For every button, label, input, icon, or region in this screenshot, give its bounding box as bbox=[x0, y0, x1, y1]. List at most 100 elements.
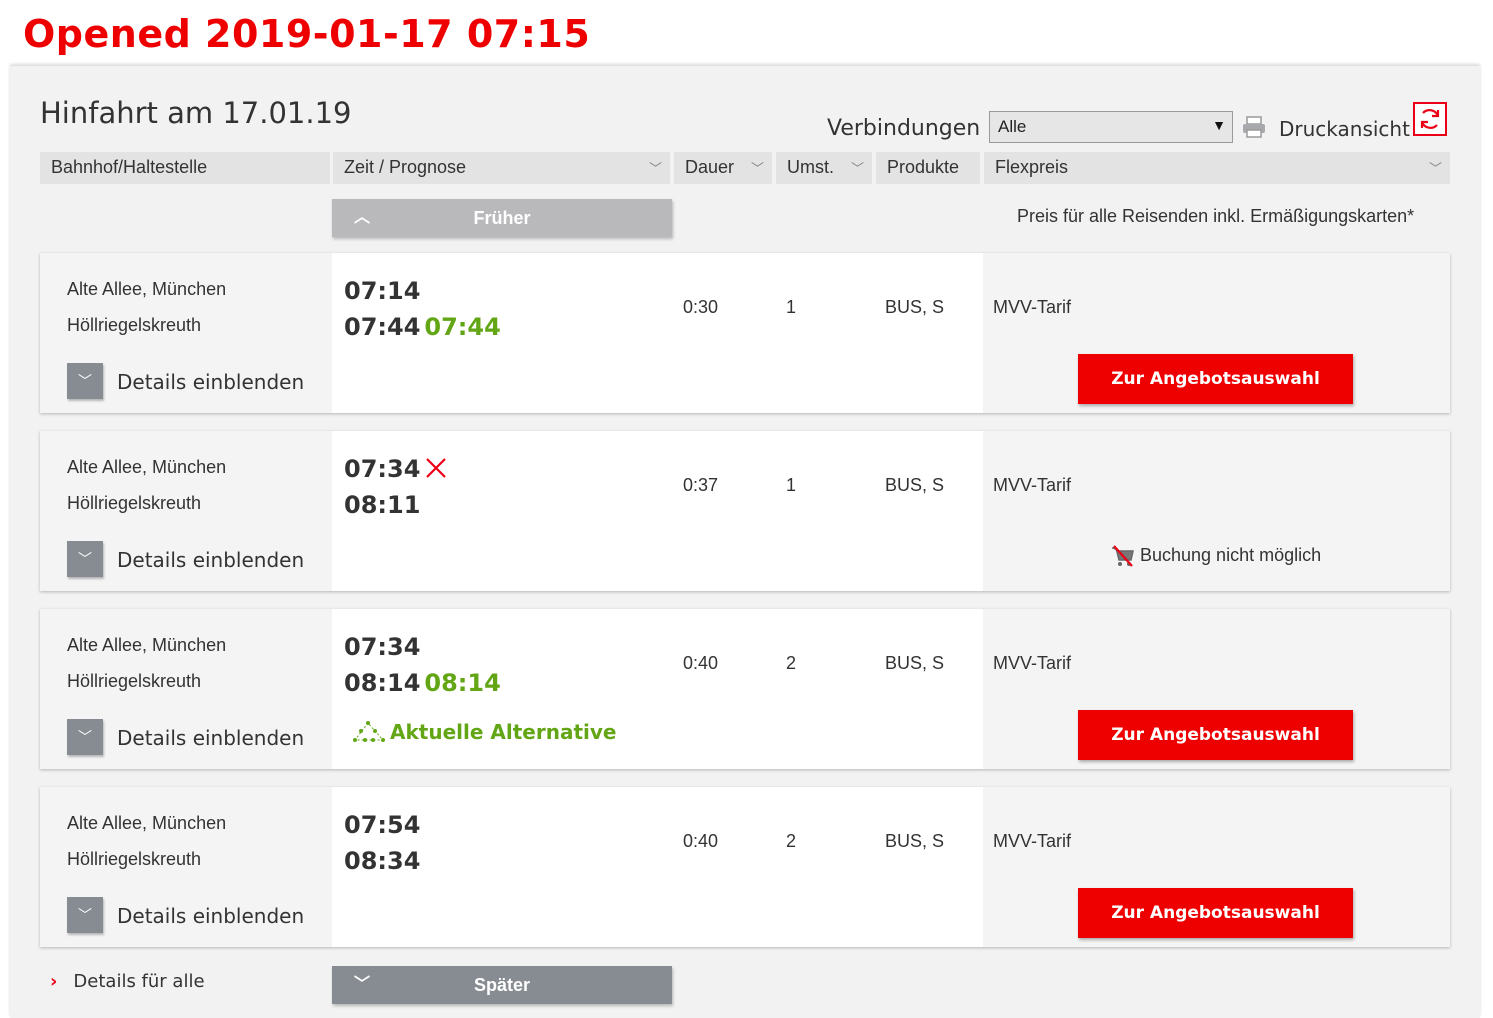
select-offer-button[interactable]: Zur Angebotsauswahl bbox=[1078, 354, 1353, 404]
column-header-price[interactable]: Flexpreis ﹀ bbox=[984, 152, 1450, 184]
chevron-down-icon: ﹀ bbox=[1428, 161, 1442, 176]
info-cell: 0:30 1 BUS, S bbox=[673, 253, 983, 413]
departure-time: 07:54 bbox=[344, 811, 421, 839]
time-cell: 07:54 08:34 bbox=[332, 787, 673, 947]
column-header-duration[interactable]: Dauer ﹀ bbox=[674, 152, 772, 184]
refresh-icon[interactable] bbox=[1413, 102, 1447, 136]
arrival-scheduled: 08:14 bbox=[344, 669, 421, 697]
printer-icon[interactable] bbox=[1241, 115, 1267, 139]
booking-unavailable: Buchung nicht möglich bbox=[1110, 543, 1321, 569]
column-header-label: Zeit / Prognose bbox=[344, 157, 467, 177]
column-header-label: Bahnhof/Haltestelle bbox=[51, 157, 208, 177]
later-button[interactable]: ﹀ Später bbox=[332, 966, 672, 1004]
origin-station: Alte Allee, München bbox=[67, 457, 227, 477]
select-offer-button[interactable]: Zur Angebotsauswahl bbox=[1078, 710, 1353, 760]
booking-status-text: Buchung nicht möglich bbox=[1140, 545, 1322, 565]
expand-details-button[interactable]: ﹀ bbox=[67, 541, 103, 577]
changes-value: 1 bbox=[786, 475, 797, 495]
route-network-icon bbox=[353, 721, 385, 742]
connections-filter-label: Verbindungen bbox=[827, 116, 981, 141]
chevron-down-icon: ﹀ bbox=[78, 373, 92, 389]
details-link[interactable]: Details einblenden bbox=[117, 726, 304, 750]
print-view-link[interactable]: Druckansicht bbox=[1279, 117, 1410, 141]
earlier-button[interactable]: ︿ Früher bbox=[332, 199, 672, 237]
alternative-label: Aktuelle Alternative bbox=[390, 720, 617, 744]
chevron-down-icon: ﹀ bbox=[354, 976, 371, 993]
connection-row: 07:14 07:44 07:44 0:30 1 BUS, S Alte Alle… bbox=[40, 253, 1450, 413]
earlier-button-label: Früher bbox=[473, 208, 531, 228]
connections-filter-select[interactable]: Alle ▼ bbox=[989, 111, 1233, 143]
chevron-down-icon: ﹀ bbox=[750, 161, 764, 176]
later-button-label: Später bbox=[473, 975, 531, 995]
origin-station: Alte Allee, München bbox=[67, 279, 227, 299]
timestamp-banner: Opened 2019-01-17 07:15 bbox=[10, 0, 1480, 66]
time-cell: 07:14 07:44 07:44 bbox=[332, 253, 673, 413]
duration-value: 0:37 bbox=[683, 475, 719, 495]
connection-row: 07:54 08:34 0:40 2 BUS, S Alte Allee, Mü… bbox=[40, 787, 1450, 947]
select-offer-button[interactable]: Zur Angebotsauswahl bbox=[1078, 888, 1353, 938]
chevron-down-icon: ﹀ bbox=[850, 161, 864, 176]
changes-value: 2 bbox=[786, 831, 797, 851]
time-cell: 07:34 08:14 08:14 Aktuelle Alternative bbox=[332, 609, 673, 769]
column-header-changes[interactable]: Umst. ﹀ bbox=[776, 152, 872, 184]
origin-station: Alte Allee, München bbox=[67, 635, 227, 655]
departure-time: 07:34 bbox=[344, 633, 421, 661]
details-for-all-label: Details für alle bbox=[73, 971, 205, 992]
page-margin-left bbox=[0, 0, 10, 1018]
tariff-value: MVV-Tarif bbox=[993, 653, 1072, 673]
tariff-value: MVV-Tarif bbox=[993, 475, 1072, 495]
departure-time: 07:34 bbox=[344, 455, 421, 483]
chevron-right-icon: › bbox=[50, 971, 58, 992]
departure-time: 07:14 bbox=[344, 277, 421, 305]
destination-station: Höllriegelskreuth bbox=[67, 849, 202, 869]
destination-station: Höllriegelskreuth bbox=[67, 493, 202, 513]
arrival-realtime: 07:44 bbox=[424, 313, 501, 341]
details-link[interactable]: Details einblenden bbox=[117, 904, 304, 928]
changes-value: 2 bbox=[786, 653, 797, 673]
page-title: Hinfahrt am 17.01.19 bbox=[40, 96, 352, 130]
info-cell: 0:40 2 BUS, S bbox=[673, 609, 983, 769]
chevron-down-icon: ﹀ bbox=[648, 161, 662, 176]
column-header-products: Produkte bbox=[876, 152, 980, 184]
arrival-scheduled: 07:44 bbox=[344, 313, 421, 341]
destination-station: Höllriegelskreuth bbox=[67, 315, 202, 335]
products-value: BUS, S bbox=[885, 475, 945, 495]
column-header-label: Umst. bbox=[787, 157, 834, 177]
cancel-x-icon bbox=[426, 458, 446, 478]
tariff-value: MVV-Tarif bbox=[993, 831, 1072, 851]
arrival-time: 08:11 bbox=[344, 491, 420, 519]
column-header-time[interactable]: Zeit / Prognose ﹀ bbox=[333, 152, 670, 184]
expand-details-button[interactable]: ﹀ bbox=[67, 363, 103, 399]
page-margin-right bbox=[1480, 0, 1493, 1018]
duration-value: 0:40 bbox=[683, 831, 719, 851]
arrival-time: 07:44 07:44 bbox=[344, 313, 501, 341]
chevron-up-icon: ︿ bbox=[354, 209, 371, 226]
details-link[interactable]: Details einblenden bbox=[117, 548, 304, 572]
column-header-label: Flexpreis bbox=[995, 157, 1069, 177]
banner-text: Opened 2019-01-17 07:15 bbox=[23, 12, 591, 56]
details-for-all-link[interactable]: › Details für alle bbox=[50, 971, 205, 992]
duration-value: 0:40 bbox=[683, 653, 719, 673]
details-link[interactable]: Details einblenden bbox=[117, 370, 304, 394]
changes-value: 1 bbox=[786, 297, 797, 317]
time-cell: 07:34 08:11 bbox=[332, 431, 673, 591]
dropdown-arrow-icon: ▼ bbox=[1212, 117, 1226, 133]
connection-row: 07:34 08:11 0:37 1 BUS, S Alte Allee, Mü… bbox=[40, 431, 1450, 591]
arrival-scheduled: 08:11 bbox=[344, 491, 421, 519]
arrival-time: 08:34 bbox=[344, 847, 420, 875]
expand-details-button[interactable]: ﹀ bbox=[67, 719, 103, 755]
column-header-label: Dauer bbox=[685, 157, 735, 177]
arrival-realtime: 08:14 bbox=[424, 669, 501, 697]
chevron-down-icon: ﹀ bbox=[78, 729, 92, 745]
current-alternative: Aktuelle Alternative bbox=[352, 720, 616, 746]
chevron-down-icon: ﹀ bbox=[78, 551, 92, 567]
destination-station: Höllriegelskreuth bbox=[67, 671, 202, 691]
products-value: BUS, S bbox=[885, 831, 945, 851]
arrival-time: 08:14 08:14 bbox=[344, 669, 501, 697]
expand-details-button[interactable]: ﹀ bbox=[67, 897, 103, 933]
column-header-label: Produkte bbox=[887, 157, 960, 177]
info-cell: 0:37 1 BUS, S bbox=[673, 431, 983, 591]
products-value: BUS, S bbox=[885, 297, 945, 317]
products-value: BUS, S bbox=[885, 653, 945, 673]
origin-station: Alte Allee, München bbox=[67, 813, 227, 833]
